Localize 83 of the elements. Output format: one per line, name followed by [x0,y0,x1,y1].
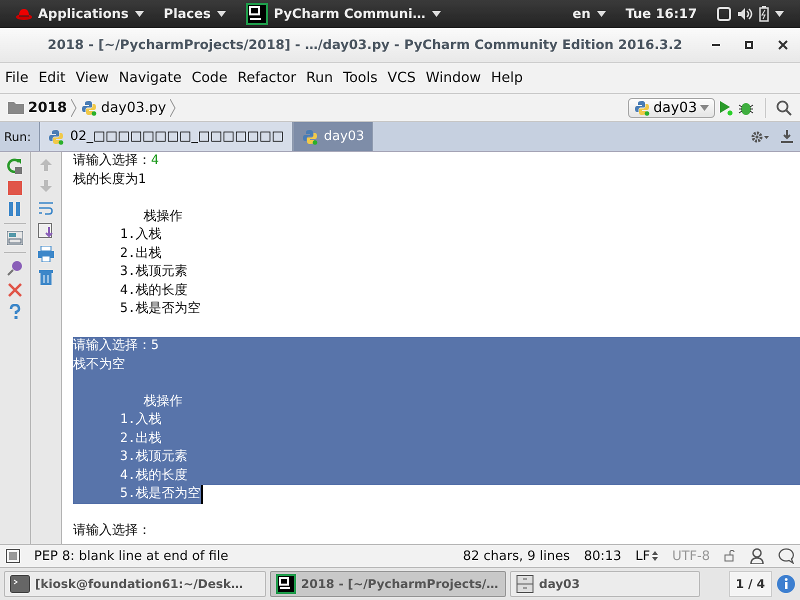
caret-icon [216,11,226,17]
menu-item[interactable]: Help [486,70,528,86]
rerun-icon[interactable] [7,158,23,174]
print-icon[interactable] [38,246,54,262]
run-icon[interactable] [719,100,733,116]
menu-item[interactable]: Window [420,70,486,86]
python-icon [634,100,650,116]
console-line: 4.栈的长度 [118,282,189,300]
clock[interactable]: Tue 16:17 [618,6,705,22]
python-icon [80,100,97,116]
taskbar-item[interactable]: [kiosk@foundation61:~/Desk… [4,571,266,597]
char-count: 82 chars, 9 lines [462,548,570,564]
maximize-icon [744,40,754,50]
battery-icon[interactable] [759,6,769,22]
console-line: 1.入栈 [118,226,163,244]
breadcrumb[interactable]: 2018 [28,100,67,116]
layout-icon[interactable] [7,231,23,245]
speaker-icon[interactable] [737,7,753,21]
applications-menu[interactable]: Applications [38,6,129,22]
gear-icon[interactable] [750,130,770,144]
wrap-icon[interactable] [38,200,54,216]
taskbar-item[interactable]: 2018 - [~/PycharmProjects/… [270,571,506,597]
active-app-menu[interactable]: PyCharm Communi… [274,6,426,22]
console-line: 2.出栈 [118,244,163,262]
hat-icon [16,7,32,21]
places-menu[interactable]: Places [164,6,211,22]
console-line: 3.栈顶元素 [118,263,189,281]
caret-icon [596,11,606,17]
run-label: Run: [3,130,32,144]
run-tab[interactable]: 02_□□□□□□□□_□□□□□□□ [39,122,293,151]
menu-item[interactable]: Refactor [232,70,302,86]
pause-icon[interactable] [8,202,22,216]
taskbar-item[interactable]: day03 [510,571,700,597]
caret-icon [700,104,709,110]
updown-icon [652,551,658,561]
trash-icon[interactable] [39,269,53,285]
console-line: 栈操作 [142,208,184,226]
inspector-icon[interactable] [750,548,764,564]
console-line: 栈的长度为1 [73,170,147,188]
chat-icon[interactable] [778,548,794,564]
help-icon[interactable] [9,304,21,320]
run-config-dropdown[interactable]: day03 [628,98,715,118]
caret-icon [134,11,144,17]
close-icon [778,40,788,50]
python-icon [48,128,64,144]
menu-item[interactable]: File [0,70,34,86]
search-icon[interactable] [776,100,792,116]
console-line: 5.栈是否为空 [118,300,202,318]
menu-item[interactable]: Edit [33,70,71,86]
terminal-icon [10,575,30,593]
folder-icon [8,101,24,114]
menu-item[interactable]: Navigate [114,70,187,86]
close-icon[interactable] [8,283,22,297]
workspace-indicator[interactable]: 1 / 4 [728,571,772,597]
menu-item[interactable]: Code [186,70,232,86]
chevron-icon [70,98,77,116]
minimize-icon [712,44,720,46]
menu-item[interactable]: Tools [338,70,383,86]
menu-item[interactable]: Run [301,70,338,86]
scroll-to-end-icon[interactable] [38,223,54,239]
app-logo-icon [246,3,268,25]
line-separator[interactable]: LF [635,548,650,564]
caret-icon [432,11,441,17]
cursor-position[interactable]: 80:13 [584,548,622,564]
chevron-icon [170,98,176,116]
breadcrumb[interactable]: day03.py [100,100,166,116]
console-line: 请输入选择： [73,522,152,540]
caret-icon [775,11,784,17]
panel-icon[interactable] [6,549,20,563]
console-line: 请输入选择：4 [73,152,160,170]
lock-icon[interactable] [724,550,736,562]
pin-icon[interactable] [7,260,23,276]
status-message: PEP 8: blank line at end of file [34,548,228,564]
window-title: 2018 - [~/PycharmProjects/2018] - …/day03.py - PyCharm Community Edition 2016.3.2 [46,38,684,52]
download-icon[interactable] [780,130,794,144]
menu-item[interactable]: VCS [382,70,421,86]
keyboard-layout[interactable]: en [572,6,591,22]
cabinet-icon [516,575,534,593]
window-icon[interactable] [717,7,731,21]
python-icon [302,128,318,144]
info-icon[interactable] [776,574,796,594]
app-logo-icon [276,574,296,594]
menu-item[interactable]: View [70,70,114,86]
